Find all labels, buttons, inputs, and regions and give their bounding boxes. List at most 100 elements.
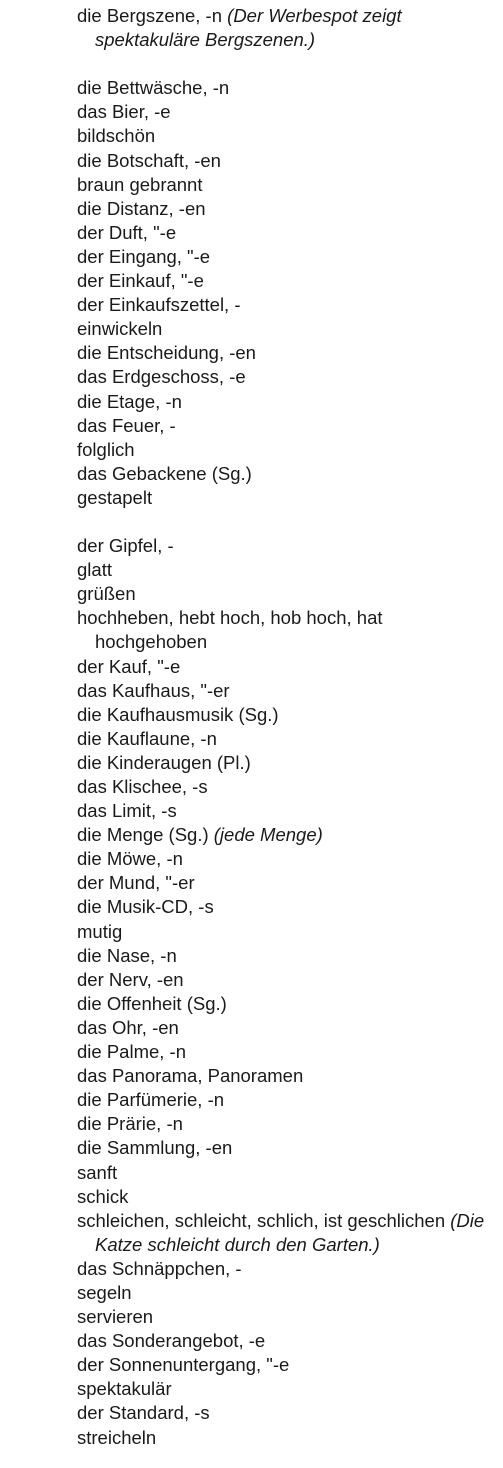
vocab-entry: die Kauflaune, -n (77, 727, 497, 751)
vocab-entry: die Distanz, -en (77, 197, 497, 221)
vocab-entry: die Menge (Sg.) (jede Menge) (77, 823, 497, 847)
vocab-term: die Distanz, -en (77, 197, 206, 219)
vocab-term: der Einkauf, "-e (77, 270, 204, 292)
vocab-term: der Duft, "-e (77, 221, 177, 243)
vocab-term: das Sonderangebot, -e (77, 1330, 266, 1352)
vocab-entry: das Panorama, Panoramen (77, 1064, 497, 1088)
vocab-term: der Standard, -s (77, 1402, 210, 1424)
vocab-entry: der Mund, "-er (77, 871, 497, 895)
vocab-entry: das Feuer, - (77, 414, 497, 438)
vocab-term: die Bettwäsche, -n (77, 77, 230, 99)
vocab-entry: das Gebackene (Sg.) (77, 462, 497, 486)
vocab-entry: das Klischee, -s (77, 775, 497, 799)
vocab-term: das Feuer, - (77, 414, 176, 436)
vocab-term: das Gebackene (Sg.) (77, 462, 252, 484)
vocab-term: das Kaufhaus, "-er (77, 679, 230, 701)
vocab-term: spektakulär (77, 1378, 172, 1400)
vocab-term: gestapelt (77, 486, 153, 508)
vocab-term: die Prärie, -n (77, 1113, 183, 1135)
vocab-entry: das Bier, -e (77, 100, 497, 124)
vocab-entry: einwickeln (77, 317, 497, 341)
vocab-entry: streicheln (77, 1426, 497, 1450)
vocab-term: die Kauflaune, -n (77, 727, 217, 749)
vocab-term: grüßen (77, 583, 136, 605)
vocab-term: glatt (77, 559, 112, 581)
vocab-entry: die Etage, -n (77, 390, 497, 414)
vocab-entry: hochheben, hebt hoch, hob hoch, hat hoch… (77, 606, 497, 654)
vocab-entry: das Sonderangebot, -e (77, 1329, 497, 1353)
vocab-entry: der Duft, "-e (77, 221, 497, 245)
vocab-term: mutig (77, 920, 123, 942)
vocab-entry: glatt (77, 558, 497, 582)
vocab-entry: die Nase, -n (77, 944, 497, 968)
vocab-term: das Panorama, Panoramen (77, 1065, 304, 1087)
vocab-term: streicheln (77, 1426, 157, 1448)
vocab-entry: die Offenheit (Sg.) (77, 992, 497, 1016)
vocab-term: der Nerv, -en (77, 968, 184, 990)
vocab-term: der Einkaufszettel, - (77, 294, 241, 316)
vocab-term: schick (77, 1185, 129, 1207)
vocab-term: der Gipfel, - (77, 535, 174, 557)
vocab-example-note: (jede Menge) (213, 824, 323, 846)
vocab-term: das Ohr, -en (77, 1016, 179, 1038)
vocab-entry: segeln (77, 1281, 497, 1305)
vocab-term: der Mund, "-er (77, 872, 195, 894)
vocab-term: der Sonnenuntergang, "-e (77, 1354, 290, 1376)
vocab-entry: die Bettwäsche, -n (77, 76, 497, 100)
vocab-entry: die Parfümerie, -n (77, 1088, 497, 1112)
vocab-term: die Parfümerie, -n (77, 1089, 225, 1111)
vocab-entry: servieren (77, 1305, 497, 1329)
vocab-entry: der Eingang, "-e (77, 245, 497, 269)
vocab-entry: die Kinderaugen (Pl.) (77, 751, 497, 775)
vocab-entry: der Kauf, "-e (77, 655, 497, 679)
vocab-term: die Kaufhausmusik (Sg.) (77, 703, 279, 725)
vocab-term: folglich (77, 438, 135, 460)
vocab-term: einwickeln (77, 318, 163, 340)
vocab-entry: schleichen, schleicht, schlich, ist gesc… (77, 1209, 497, 1257)
vocab-term: das Erdgeschoss, -e (77, 366, 246, 388)
vocab-entry: die Kaufhausmusik (Sg.) (77, 703, 497, 727)
vocabulary-list: die Bergszene, -n (Der Werbespot zeigt s… (77, 4, 497, 1450)
vocab-entry: mutig (77, 920, 497, 944)
vocab-entry: grüßen (77, 582, 497, 606)
vocab-entry: das Schnäppchen, - (77, 1257, 497, 1281)
vocab-entry: die Prärie, -n (77, 1112, 497, 1136)
vocab-entry: das Ohr, -en (77, 1016, 497, 1040)
vocab-term: sanft (77, 1161, 118, 1183)
vocab-term: die Bergszene, -n (77, 5, 223, 26)
vocab-entry: die Musik-CD, -s (77, 895, 497, 919)
vocab-term: servieren (77, 1306, 154, 1328)
vocab-term: die Entscheidung, -en (77, 342, 256, 364)
vocab-entry: bildschön (77, 124, 497, 148)
vocab-entry: der Nerv, -en (77, 968, 497, 992)
vocab-term: die Menge (Sg.) (77, 824, 209, 846)
vocab-entry: das Limit, -s (77, 799, 497, 823)
vocab-term: das Schnäppchen, - (77, 1257, 242, 1279)
vocab-term: bildschön (77, 125, 156, 147)
vocab-entry: sanft (77, 1161, 497, 1185)
vocab-term: hochheben, hebt hoch, hob hoch, hat hoch… (77, 607, 383, 653)
vocab-entry: der Einkaufszettel, - (77, 293, 497, 317)
vocab-entry: der Sonnenuntergang, "-e (77, 1353, 497, 1377)
vocab-term: die Palme, -n (77, 1041, 186, 1063)
vocab-term: die Sammlung, -en (77, 1137, 233, 1159)
vocab-term: die Kinderaugen (Pl.) (77, 751, 251, 773)
vocab-entry: die Entscheidung, -en (77, 341, 497, 365)
vocab-term: schleichen, schleicht, schlich, ist gesc… (77, 1209, 446, 1231)
vocab-entry: gestapelt (77, 486, 497, 510)
vocab-term: der Eingang, "-e (77, 245, 211, 267)
vocab-entry: schick (77, 1185, 497, 1209)
vocab-term: das Klischee, -s (77, 776, 208, 797)
vocab-term: die Botschaft, -en (77, 149, 221, 171)
vocab-entry: die Bergszene, -n (Der Werbespot zeigt s… (77, 4, 497, 52)
vocab-term: segeln (77, 1281, 132, 1303)
vocab-entry: der Einkauf, "-e (77, 269, 497, 293)
vocab-entry: das Kaufhaus, "-er (77, 679, 497, 703)
vocab-term: die Musik-CD, -s (77, 896, 214, 918)
vocab-entry: die Palme, -n (77, 1040, 497, 1064)
vocab-term: die Möwe, -n (77, 848, 183, 870)
vocab-entry: die Möwe, -n (77, 847, 497, 871)
vocab-entry: braun gebrannt (77, 173, 497, 197)
vocab-entry: das Erdgeschoss, -e (77, 365, 497, 389)
vocab-term: das Bier, -e (77, 101, 171, 123)
